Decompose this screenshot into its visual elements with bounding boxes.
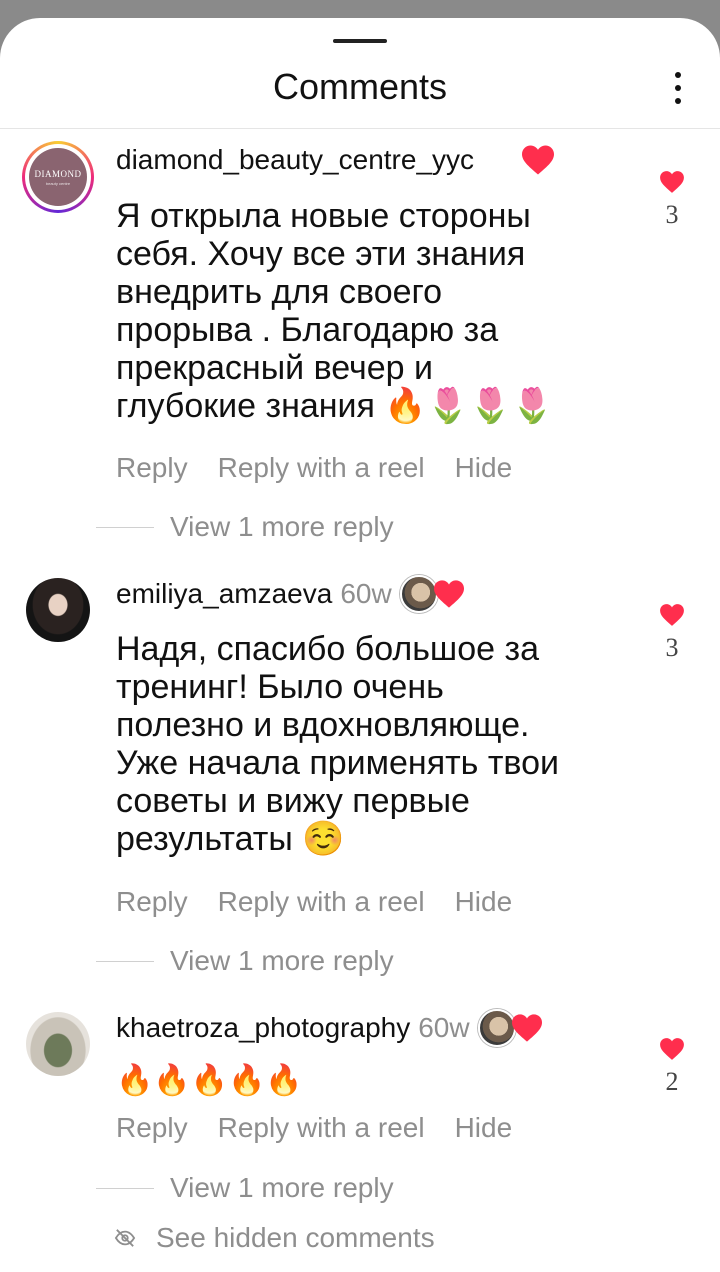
more-options-icon[interactable] [674,72,682,104]
eye-off-icon [114,1229,136,1247]
comment-actions: Reply Reply with a reel Hide [116,886,512,918]
author-liked-heart-icon [522,145,555,175]
avatar[interactable] [26,578,90,642]
reply-with-reel-button[interactable]: Reply with a reel [218,886,425,918]
like-button[interactable]: 2 [652,1037,692,1097]
heart-icon [660,604,684,626]
heart-icon [660,1038,684,1060]
hide-button[interactable]: Hide [455,452,513,484]
reply-button[interactable]: Reply [116,886,188,918]
comment-header: diamond_beauty_centre_yyc [116,143,558,177]
like-count: 3 [665,200,679,229]
view-replies-button[interactable]: View 1 more reply [96,945,394,977]
reply-with-reel-button[interactable]: Reply with a reel [218,452,425,484]
comment-actions: Reply Reply with a reel Hide [116,1112,512,1144]
avatar[interactable] [26,1012,90,1076]
reply-button[interactable]: Reply [116,452,188,484]
comment-header: emiliya_amzaeva 60w [116,575,466,613]
comment-text: Надя, спасибо большое за тренинг! Было о… [116,630,559,858]
view-replies-button[interactable]: View 1 more reply [96,1172,394,1204]
username[interactable]: khaetroza_photography [116,1012,410,1044]
hide-button[interactable]: Hide [455,1112,513,1144]
comment-header: khaetroza_photography 60w [116,1009,544,1047]
author-liked-heart-icon [511,1014,542,1042]
like-count: 2 [665,1067,679,1096]
comment-text: Я открыла новые стороны себя. Хочу все э… [116,197,554,425]
reply-with-reel-button[interactable]: Reply with a reel [218,1112,425,1144]
comment-age: 60w [418,1012,470,1043]
username[interactable]: emiliya_amzaeva [116,578,332,610]
page-title: Comments [272,66,448,107]
author-liked-heart-icon [433,580,464,608]
like-button[interactable]: 3 [652,603,692,663]
header-divider [0,128,720,129]
see-hidden-comments-button[interactable]: See hidden comments [114,1222,435,1254]
hide-button[interactable]: Hide [455,886,513,918]
reply-button[interactable]: Reply [116,1112,188,1144]
like-button[interactable]: 3 [652,170,692,230]
comment-text: 🔥🔥🔥🔥🔥 [116,1064,303,1097]
username[interactable]: diamond_beauty_centre_yyc [116,144,474,176]
avatar[interactable]: DIAMOND beauty centre [22,141,94,213]
drag-handle[interactable] [333,39,387,43]
heart-icon [660,171,684,193]
like-count: 3 [665,633,679,662]
comment-actions: Reply Reply with a reel Hide [116,452,512,484]
comment-age: 60w [340,578,392,609]
view-replies-button[interactable]: View 1 more reply [96,511,394,543]
